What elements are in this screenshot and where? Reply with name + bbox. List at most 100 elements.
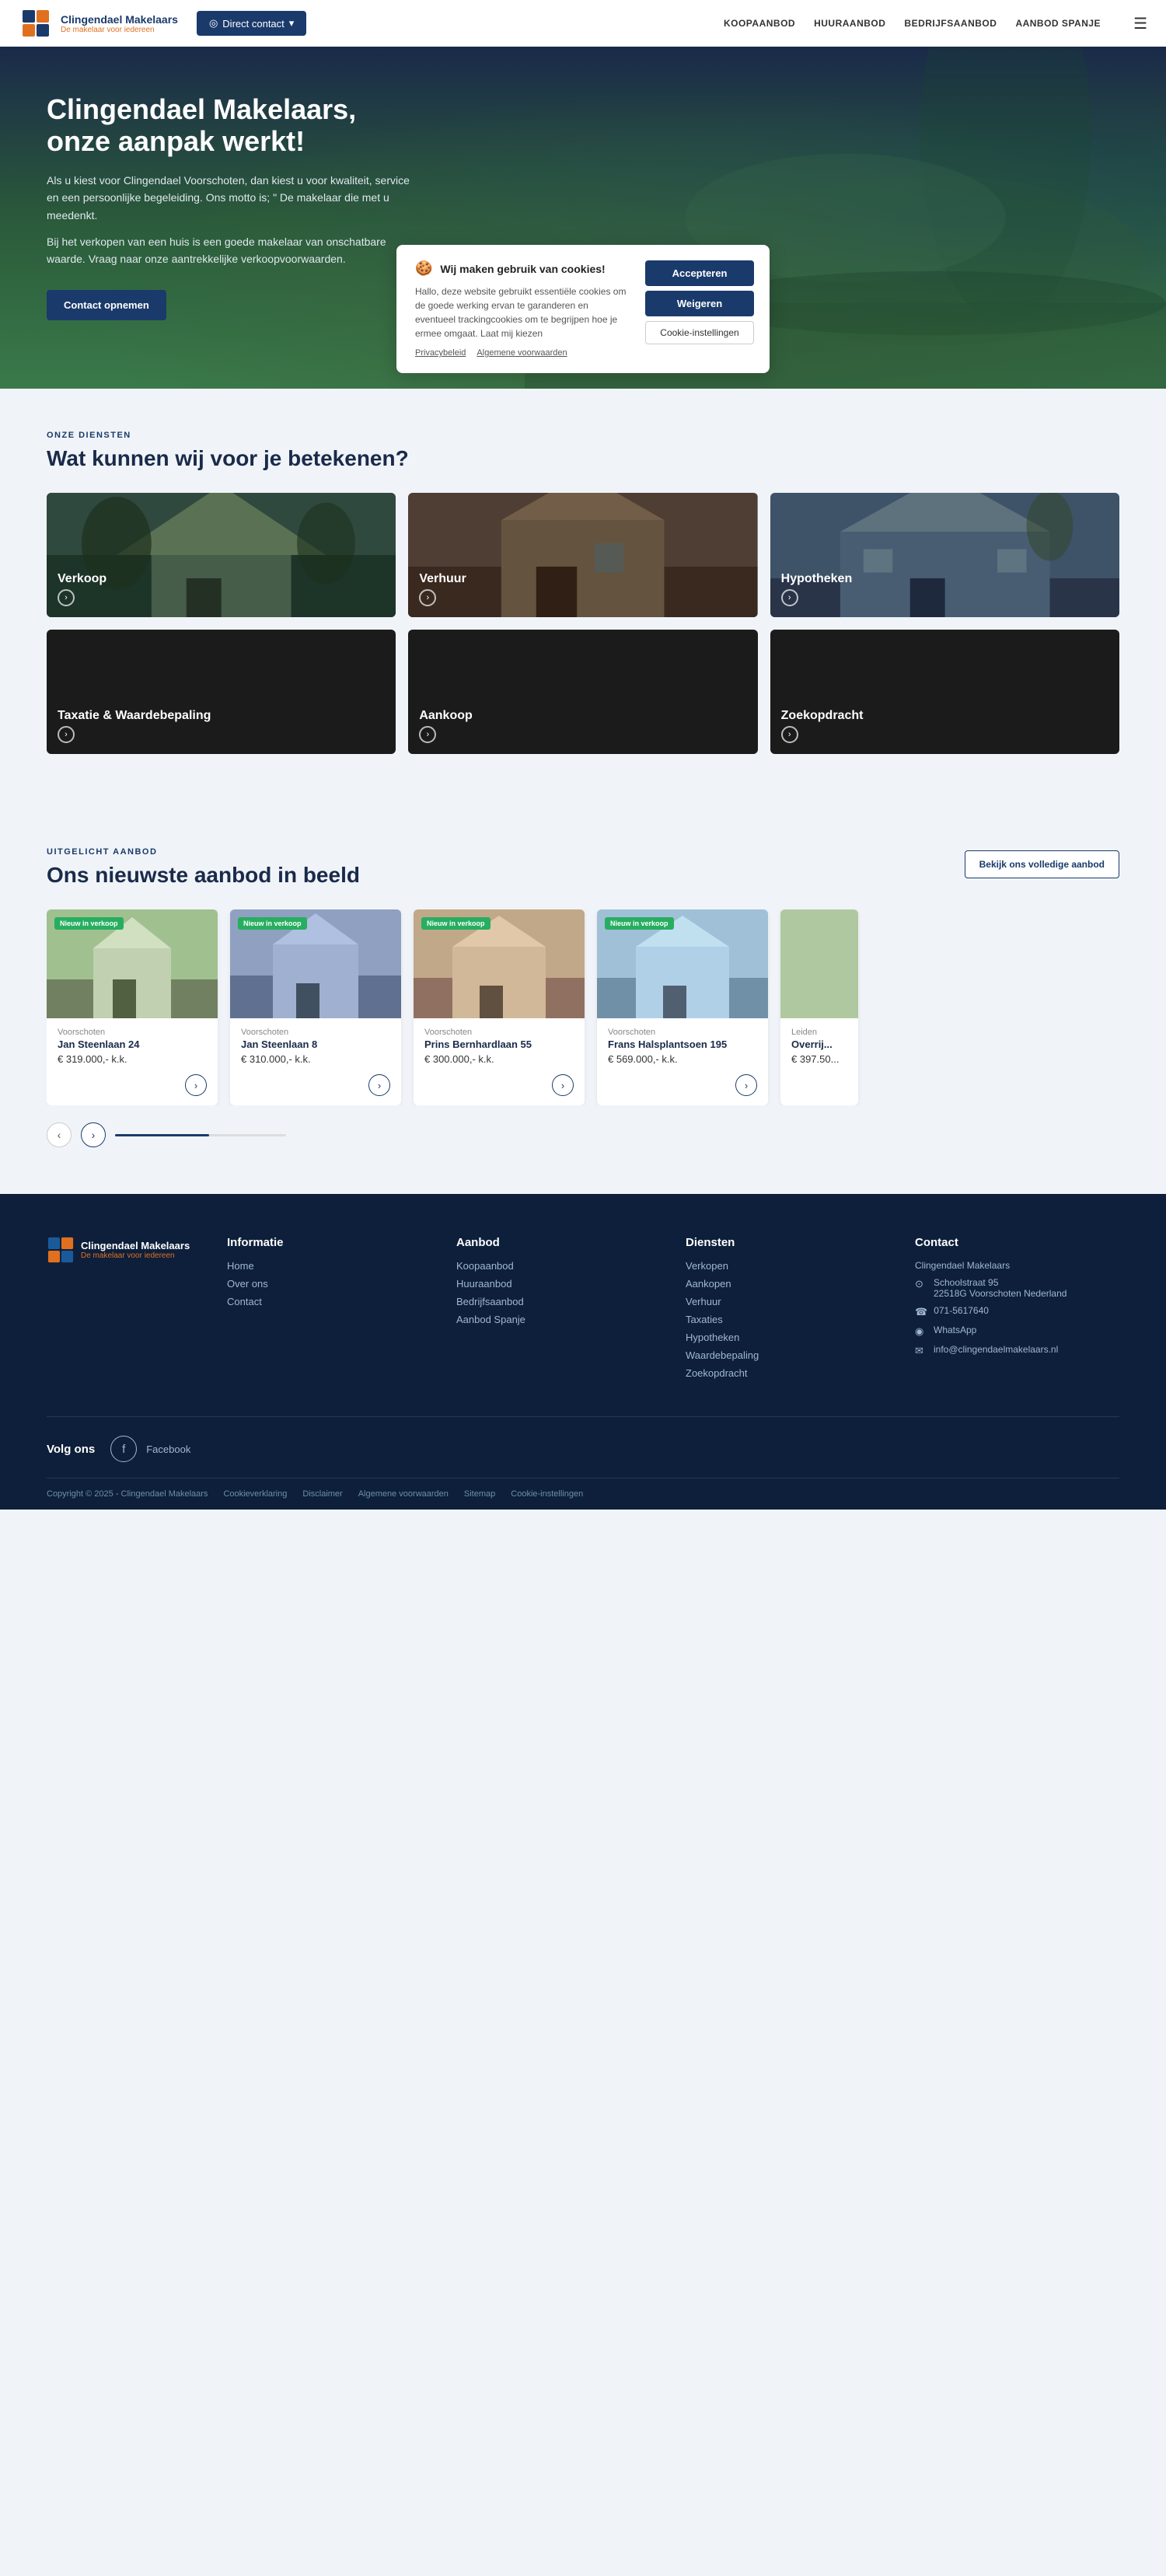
service-card-hypotheken[interactable]: Hypotheken › — [770, 493, 1119, 617]
email-icon: ✉ — [915, 1345, 927, 1357]
footer-algemene-voorwaarden[interactable]: Algemene voorwaarden — [358, 1489, 449, 1499]
service-card-overlay-zoekopdracht: Zoekopdracht › — [770, 630, 1119, 754]
footer-link-contact[interactable]: Contact — [227, 1296, 431, 1307]
service-card-verhuur[interactable]: Verhuur › — [408, 493, 757, 617]
listing-price-1: € 310.000,- k.k. — [241, 1053, 390, 1065]
service-card-overlay-verhuur: Verhuur › — [408, 493, 757, 617]
listing-city-4: Leiden — [791, 1028, 847, 1037]
footer-social: Volg ons f Facebook — [47, 1417, 1119, 1478]
listing-badge-2: Nieuw in verkoop — [421, 917, 490, 930]
listings-progress-bar — [115, 1134, 286, 1136]
listing-arrow-icon-1[interactable]: › — [368, 1074, 390, 1096]
hero-cta-button[interactable]: Contact opnemen — [47, 290, 166, 320]
footer-logo: Clingendael Makelaars De makelaar voor i… — [47, 1236, 202, 1385]
direct-contact-button[interactable]: ◎ Direct contact ▾ — [197, 11, 306, 36]
service-label-taxatie: Taxatie & Waardebepaling — [58, 709, 385, 723]
footer-link-koopaanbod[interactable]: Koopaanbod — [456, 1260, 661, 1272]
footer-contact-email[interactable]: ✉ info@clingendaelmakelaars.nl — [915, 1344, 1119, 1357]
service-arrow-icon-taxatie: › — [58, 726, 75, 743]
footer-disclaimer[interactable]: Disclaimer — [302, 1489, 342, 1499]
cookie-privacy-link[interactable]: Privacybeleid — [415, 348, 466, 358]
navbar: Clingendael Makelaars De makelaar voor i… — [0, 0, 1166, 47]
chevron-down-icon: ▾ — [289, 17, 295, 30]
listing-price-4: € 397.50... — [791, 1053, 847, 1065]
footer-link-bedrijfsaanbod[interactable]: Bedrijfsaanbod — [456, 1296, 661, 1307]
footer-diensten-title: Diensten — [686, 1236, 890, 1249]
service-card-zoekopdracht[interactable]: Zoekopdracht › — [770, 630, 1119, 754]
footer-contact-phone[interactable]: ☎ 071-5617640 — [915, 1305, 1119, 1318]
footer-dienst-waardebepaling[interactable]: Waardebepaling — [686, 1349, 890, 1361]
footer-informatie-title: Informatie — [227, 1236, 431, 1249]
listing-card-3[interactable]: Nieuw in verkoop Voorschoten Frans Halsp… — [597, 909, 768, 1105]
cookie-settings-button[interactable]: Cookie-instellingen — [645, 321, 754, 344]
footer-dienst-verkopen[interactable]: Verkopen — [686, 1260, 890, 1272]
service-label-zoekopdracht: Zoekopdracht — [781, 709, 1108, 723]
cookie-terms-link[interactable]: Algemene voorwaarden — [477, 348, 567, 358]
service-card-aankoop[interactable]: Aankoop › — [408, 630, 757, 754]
listings-section: UITGELICHT AANBOD Ons nieuwste aanbod in… — [0, 816, 1166, 1194]
facebook-icon[interactable]: f — [110, 1436, 137, 1462]
listing-street-0: Jan Steenlaan 24 — [58, 1038, 207, 1050]
footer-logo-title: Clingendael Makelaars — [81, 1240, 190, 1251]
facebook-label[interactable]: Facebook — [146, 1443, 190, 1455]
listing-arrow-icon-2[interactable]: › — [552, 1074, 574, 1096]
footer-copyright: Copyright © 2025 - Clingendael Makelaars — [47, 1489, 208, 1499]
full-offer-button[interactable]: Bekijk ons volledige aanbod — [965, 850, 1119, 878]
footer-dienst-taxaties[interactable]: Taxaties — [686, 1314, 890, 1325]
nav-huuraanbod[interactable]: HUURAANBOD — [814, 18, 885, 29]
footer-dienst-hypotheken[interactable]: Hypotheken — [686, 1332, 890, 1343]
service-card-verkoop[interactable]: Verkoop › — [47, 493, 396, 617]
listing-price-2: € 300.000,- k.k. — [424, 1053, 574, 1065]
footer-link-over-ons[interactable]: Over ons — [227, 1278, 431, 1290]
listing-info-4: Leiden Overrij... € 397.50... — [780, 1018, 858, 1074]
footer-sitemap[interactable]: Sitemap — [464, 1489, 495, 1499]
listings-navigation: ‹ › — [47, 1122, 1119, 1147]
footer-cookieverklaring[interactable]: Cookieverklaring — [223, 1489, 287, 1499]
listing-arrow-icon-0[interactable]: › — [185, 1074, 207, 1096]
footer-contact-whatsapp[interactable]: ◉ WhatsApp — [915, 1325, 1119, 1338]
listing-info-0: Voorschoten Jan Steenlaan 24 € 319.000,-… — [47, 1018, 218, 1074]
footer-link-home[interactable]: Home — [227, 1260, 431, 1272]
service-card-overlay-hypotheken: Hypotheken › — [770, 493, 1119, 617]
listing-arrow-3: › — [597, 1074, 768, 1105]
listing-card-4[interactable]: Leiden Overrij... € 397.50... — [780, 909, 858, 1105]
listing-info-2: Voorschoten Prins Bernhardlaan 55 € 300.… — [414, 1018, 585, 1074]
hero-text-1: Als u kiest voor Clingendael Voorschoten… — [47, 172, 420, 224]
footer-dienst-verhuur[interactable]: Verhuur — [686, 1296, 890, 1307]
location-icon: ⊙ — [915, 1278, 927, 1290]
nav-aanbod-spanje[interactable]: AANBOD SPANJE — [1015, 18, 1101, 29]
listings-next-button[interactable]: › — [81, 1122, 106, 1147]
listing-arrow-0: › — [47, 1074, 218, 1105]
listings-header: UITGELICHT AANBOD Ons nieuwste aanbod in… — [47, 847, 1119, 888]
listing-street-1: Jan Steenlaan 8 — [241, 1038, 390, 1050]
cookie-reject-button[interactable]: Weigeren — [645, 291, 754, 316]
listings-section-title: Ons nieuwste aanbod in beeld — [47, 863, 360, 888]
hamburger-icon[interactable]: ☰ — [1133, 14, 1147, 33]
listing-card-1[interactable]: Nieuw in verkoop Voorschoten Jan Steenla… — [230, 909, 401, 1105]
listings-scroll: Nieuw in verkoop Voorschoten Jan Steenla… — [47, 909, 1119, 1105]
nav-bedrijfsaanbod[interactable]: BEDRIJFSAANBOD — [904, 18, 997, 29]
listing-arrow-icon-3[interactable]: › — [735, 1074, 757, 1096]
whatsapp-icon: ◉ — [915, 1325, 927, 1338]
service-card-overlay-taxatie: Taxatie & Waardebepaling › — [47, 630, 396, 754]
listing-city-0: Voorschoten — [58, 1028, 207, 1037]
direct-contact-icon: ◎ — [209, 17, 218, 30]
footer-link-aanbod-spanje[interactable]: Aanbod Spanje — [456, 1314, 661, 1325]
footer-link-huuraanbod[interactable]: Huuraanbod — [456, 1278, 661, 1290]
listing-card-2[interactable]: Nieuw in verkoop Voorschoten Prins Bernh… — [414, 909, 585, 1105]
footer-contact-title: Contact — [915, 1236, 1119, 1249]
cookie-accept-button[interactable]: Accepteren — [645, 260, 754, 286]
listings-section-label: UITGELICHT AANBOD — [47, 847, 360, 857]
listings-prev-button[interactable]: ‹ — [47, 1122, 72, 1147]
logo-icon — [19, 6, 53, 40]
service-card-taxatie[interactable]: Taxatie & Waardebepaling › — [47, 630, 396, 754]
service-arrow-icon-verhuur: › — [419, 589, 436, 606]
nav-koopaanbod[interactable]: KOOPAANBOD — [724, 18, 795, 29]
listing-info-3: Voorschoten Frans Halsplantsoen 195 € 56… — [597, 1018, 768, 1074]
nav-links: KOOPAANBOD HUURAANBOD BEDRIJFSAANBOD AAN… — [325, 14, 1147, 33]
listing-card-0[interactable]: Nieuw in verkoop Voorschoten Jan Steenla… — [47, 909, 218, 1105]
services-grid: Verkoop › Verhuur › — [47, 493, 1119, 754]
footer-cookie-instellingen[interactable]: Cookie-instellingen — [511, 1489, 583, 1499]
footer-dienst-aankopen[interactable]: Aankopen — [686, 1278, 890, 1290]
footer-dienst-zoekopdracht[interactable]: Zoekopdracht — [686, 1367, 890, 1379]
